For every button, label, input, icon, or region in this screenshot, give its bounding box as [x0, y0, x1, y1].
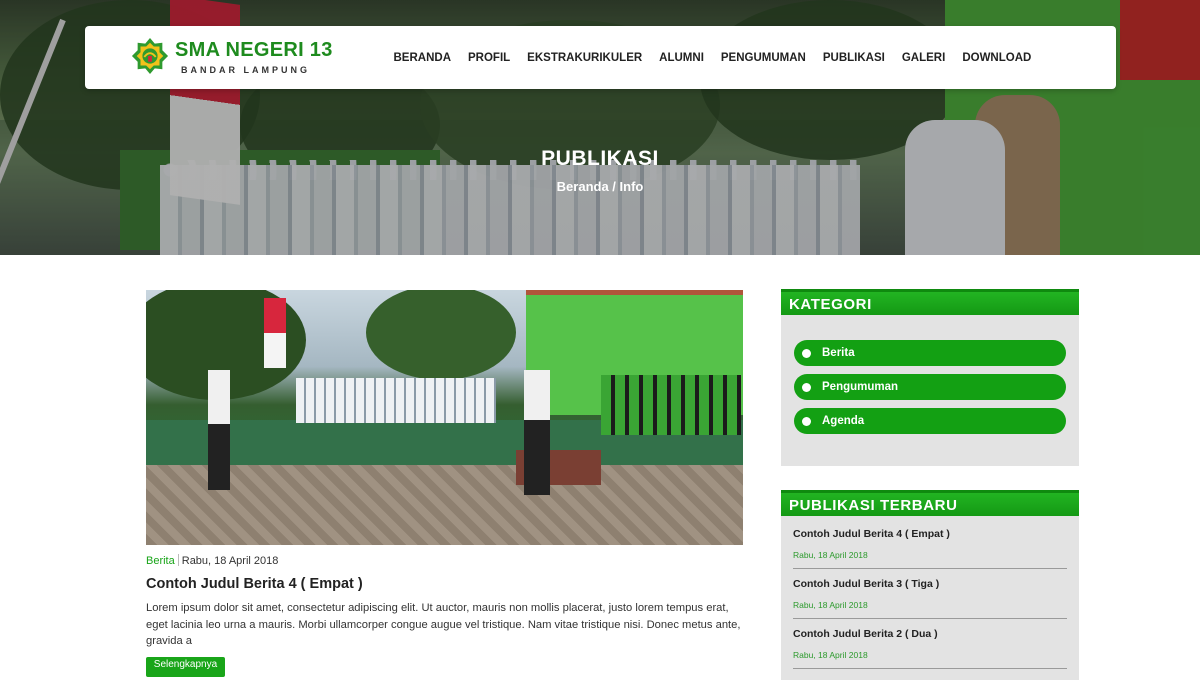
image-tree	[366, 290, 516, 380]
category-label: Pengumuman	[822, 381, 899, 393]
nav-pengumuman[interactable]: PENGUMUMAN	[712, 52, 814, 64]
recent-post-date: Rabu, 18 April 2018	[793, 650, 868, 660]
recent-post-date: Rabu, 18 April 2018	[793, 550, 868, 560]
read-more-button[interactable]: Selengkapnya	[146, 657, 225, 677]
breadcrumb: Beranda / Info	[556, 179, 644, 194]
meta-divider	[177, 554, 179, 566]
category-item-agenda[interactable]: Agenda	[794, 408, 1066, 434]
post-image[interactable]	[146, 290, 743, 545]
category-widget-title: KATEGORI	[781, 289, 1079, 315]
post-category[interactable]: Berita	[146, 555, 175, 567]
image-paving	[146, 465, 743, 545]
category-item-pengumuman[interactable]: Pengumuman	[794, 374, 1066, 400]
nav-galeri[interactable]: GALERI	[893, 52, 953, 64]
category-widget: KATEGORI Berita Pengumuman Agenda	[781, 289, 1079, 466]
site-logo[interactable]: SMA NEGERI 13 BANDAR LAMPUNG	[131, 35, 341, 81]
recent-posts-title: PUBLIKASI TERBARU	[781, 490, 1079, 516]
nav-alumni[interactable]: ALUMNI	[651, 52, 713, 64]
logo-title: SMA NEGERI 13	[175, 39, 333, 61]
school-emblem-icon	[131, 37, 169, 75]
post-date: Rabu, 18 April 2018	[181, 555, 279, 567]
bullet-icon	[802, 348, 811, 358]
recent-post-title[interactable]: Contoh Judul Berita 4 ( Empat )	[793, 528, 1067, 540]
bullet-icon	[802, 416, 811, 426]
navbar: SMA NEGERI 13 BANDAR LAMPUNG BERANDA PRO…	[85, 26, 1116, 89]
bullet-icon	[802, 382, 811, 392]
recent-post-item[interactable]: Contoh Judul Berita 4 ( Empat ) Rabu, 18…	[793, 528, 1067, 569]
image-leader	[524, 370, 550, 495]
category-item-berita[interactable]: Berita	[794, 340, 1066, 366]
post-meta: Berita Rabu, 18 April 2018	[146, 554, 278, 567]
recent-post-item[interactable]: Contoh Judul Berita 3 ( Tiga ) Rabu, 18 …	[793, 578, 1067, 619]
category-label: Berita	[822, 347, 855, 359]
nav-beranda[interactable]: BERANDA	[385, 52, 460, 64]
image-scouts	[601, 375, 741, 435]
recent-post-title[interactable]: Contoh Judul Berita 3 ( Tiga )	[793, 578, 1067, 590]
image-students	[296, 378, 496, 423]
category-label: Agenda	[822, 415, 865, 427]
nav-download[interactable]: DOWNLOAD	[954, 52, 1040, 64]
logo-subtitle: BANDAR LAMPUNG	[181, 65, 310, 75]
page-title: PUBLIKASI	[541, 147, 659, 170]
nav-ekstrakurikuler[interactable]: EKSTRAKURIKULER	[519, 52, 651, 64]
recent-post-date: Rabu, 18 April 2018	[793, 600, 868, 610]
nav-publikasi[interactable]: PUBLIKASI	[814, 52, 893, 64]
recent-posts-list: Contoh Judul Berita 4 ( Empat ) Rabu, 18…	[781, 516, 1079, 669]
recent-posts-widget: PUBLIKASI TERBARU Contoh Judul Berita 4 …	[781, 490, 1079, 680]
main-menu: BERANDA PROFIL EKSTRAKURIKULER ALUMNI PE…	[385, 26, 1040, 89]
post-excerpt: Lorem ipsum dolor sit amet, consectetur …	[146, 602, 741, 647]
recent-post-title[interactable]: Contoh Judul Berita 2 ( Dua )	[793, 628, 1067, 640]
post-title[interactable]: Contoh Judul Berita 4 ( Empat )	[146, 576, 363, 592]
nav-profil[interactable]: PROFIL	[460, 52, 519, 64]
recent-post-item[interactable]: Contoh Judul Berita 2 ( Dua ) Rabu, 18 A…	[793, 628, 1067, 669]
image-flag	[264, 298, 286, 368]
image-flag-bearer	[208, 370, 230, 490]
category-list: Berita Pengumuman Agenda	[781, 315, 1079, 434]
